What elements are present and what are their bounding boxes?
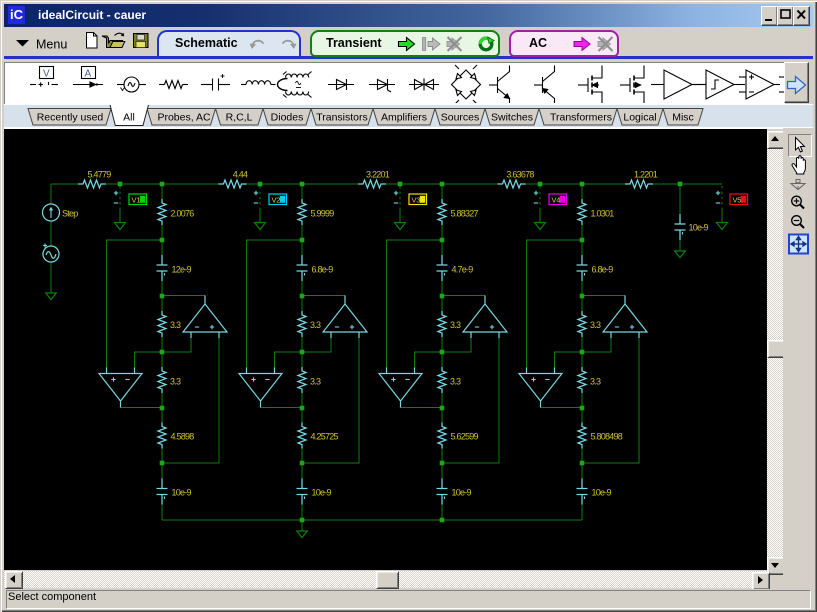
svg-text:Switches: Switches (491, 112, 533, 124)
svg-text:Probes, AC: Probes, AC (157, 112, 211, 124)
svg-text:4.44: 4.44 (233, 170, 248, 180)
svg-text:3.3: 3.3 (170, 320, 181, 330)
svg-text:V5: V5 (733, 195, 742, 204)
svg-text:V3: V3 (412, 195, 421, 204)
svg-text:4.5898: 4.5898 (171, 432, 195, 442)
svg-text:Transistors: Transistors (316, 112, 368, 124)
svg-text:12e-9: 12e-9 (172, 265, 192, 275)
svg-text:Amplifiers: Amplifiers (381, 112, 427, 124)
svg-text:3.3: 3.3 (170, 377, 181, 387)
svg-text:10e-9: 10e-9 (452, 488, 472, 498)
svg-text:5.808498: 5.808498 (591, 432, 623, 442)
svg-text:3.3: 3.3 (590, 377, 601, 387)
svg-text:Recently used: Recently used (37, 112, 104, 124)
svg-text:4.25725: 4.25725 (311, 432, 339, 442)
svg-text:5.9999: 5.9999 (311, 209, 335, 219)
svg-text:1.2201: 1.2201 (634, 170, 658, 180)
svg-text:3.2201: 3.2201 (366, 170, 390, 180)
svg-text:R,C,L: R,C,L (226, 112, 253, 124)
svg-text:10e-9: 10e-9 (312, 488, 332, 498)
svg-text:10e-9: 10e-9 (592, 488, 612, 498)
svg-text:5.62599: 5.62599 (451, 432, 479, 442)
svg-text:2.0076: 2.0076 (171, 209, 195, 219)
svg-text:6.8e-9: 6.8e-9 (592, 265, 614, 275)
svg-text:3.3: 3.3 (450, 377, 461, 387)
svg-text:V: V (43, 69, 50, 80)
svg-text:V4: V4 (552, 195, 561, 204)
svg-text:10e-9: 10e-9 (689, 223, 709, 233)
svg-text:All: All (123, 112, 135, 124)
svg-text:V2: V2 (272, 195, 281, 204)
svg-text:6.8e-9: 6.8e-9 (312, 265, 334, 275)
svg-text:3.63678: 3.63678 (506, 170, 534, 180)
svg-text:10e-9: 10e-9 (172, 488, 192, 498)
svg-text:Menu: Menu (36, 38, 67, 52)
svg-text:5.4779: 5.4779 (87, 170, 111, 180)
svg-text:A: A (85, 69, 92, 80)
svg-text:3.3: 3.3 (450, 320, 461, 330)
svg-text:3.3: 3.3 (310, 320, 321, 330)
svg-text:Misc: Misc (672, 112, 694, 124)
svg-text:Logical: Logical (623, 112, 656, 124)
svg-text:V1: V1 (132, 195, 141, 204)
svg-text:5.88327: 5.88327 (451, 209, 479, 219)
svg-text:1.0301: 1.0301 (591, 209, 615, 219)
svg-text:3.3: 3.3 (590, 320, 601, 330)
svg-text:Transformers: Transformers (550, 112, 612, 124)
svg-text:4.7e-9: 4.7e-9 (452, 265, 474, 275)
svg-text:Sources: Sources (441, 112, 480, 124)
svg-text:Step: Step (62, 209, 78, 219)
svg-text:Diodes: Diodes (271, 112, 304, 124)
svg-text:3.3: 3.3 (310, 377, 321, 387)
